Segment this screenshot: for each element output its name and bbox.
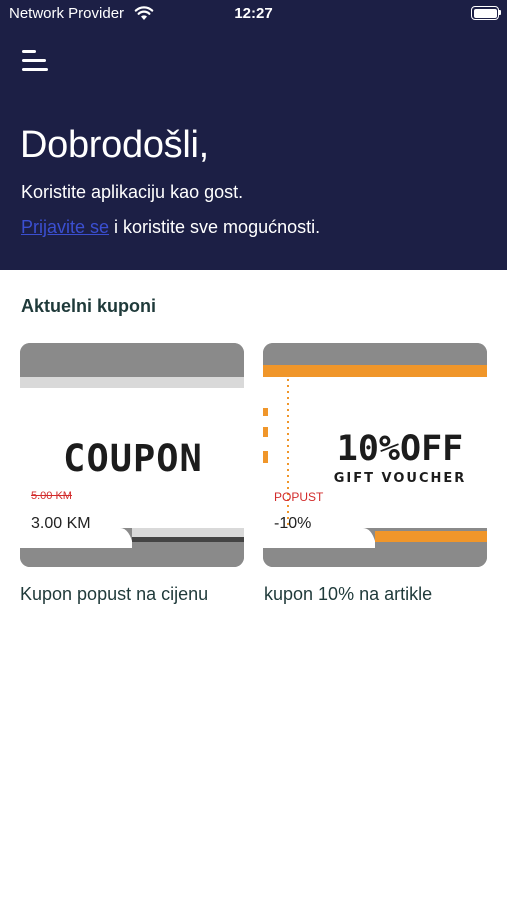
voucher-image: 10%OFF GIFT VOUCHER <box>263 343 487 567</box>
discount-label: POPUST <box>274 490 324 504</box>
coupon-image: COUPON <box>20 343 244 567</box>
coupon-card[interactable]: COUPON 5.00 KM 3.00 KM <box>20 343 244 567</box>
coupon-price: 3.00 KM <box>31 515 91 532</box>
guest-mode-text: Koristite aplikaciju kao gost. <box>21 182 244 202</box>
login-prompt-suffix: i koristite sve mogućnosti. <box>109 217 321 237</box>
welcome-header: Network Provider 12:27 Dobrodošli, Koris… <box>0 0 507 270</box>
battery-icon <box>471 6 499 20</box>
voucher-image-subtext: GIFT VOUCHER <box>334 471 467 486</box>
coupon-name[interactable]: kupon 10% na artikle <box>264 584 432 605</box>
battery-tip <box>499 10 501 15</box>
coupon-name[interactable]: Kupon popust na cijenu <box>20 584 208 605</box>
coupons-section-title: Aktuelni kuponi <box>21 296 156 316</box>
login-prompt: Prijavite se i koristite sve mogućnosti. <box>21 217 320 238</box>
coupon-card[interactable]: 10%OFF GIFT VOUCHER POPUST -10% <box>263 343 487 567</box>
status-bar: Network Provider 12:27 <box>0 0 507 28</box>
old-price: 5.00 KM <box>31 490 72 502</box>
coupon-discount: -10% <box>274 515 312 532</box>
page-title: Dobrodošli, <box>20 124 209 166</box>
voucher-image-text: 10%OFF <box>337 429 463 469</box>
login-link[interactable]: Prijavite se <box>21 217 109 237</box>
hamburger-menu-icon[interactable] <box>22 48 50 74</box>
clock: 12:27 <box>234 5 273 22</box>
coupon-image-text: COUPON <box>63 437 203 480</box>
